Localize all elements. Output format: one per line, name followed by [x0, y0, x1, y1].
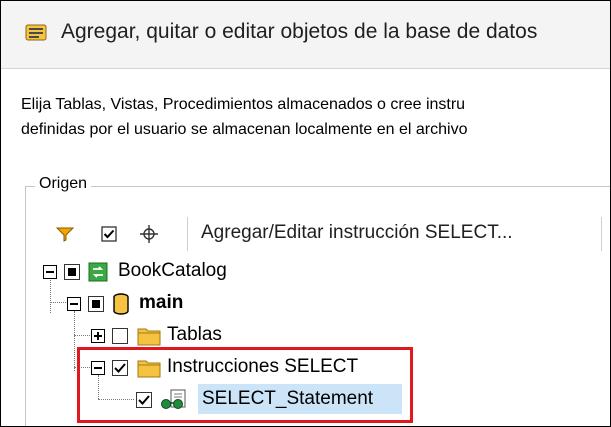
- folder-icon: [137, 328, 161, 346]
- source-group-label: Origen: [35, 175, 92, 193]
- collapse-icon[interactable]: [91, 361, 105, 375]
- description-line-2: definidas por el usuario se almacenan lo…: [21, 121, 468, 138]
- tree-checkbox[interactable]: [112, 328, 128, 344]
- database-objects-icon: [25, 24, 47, 41]
- checkmark-icon: [138, 395, 150, 405]
- select-statement-icon: [161, 389, 186, 409]
- tree-checkbox[interactable]: [136, 392, 152, 408]
- locate-icon[interactable]: [139, 224, 159, 244]
- window-title: Agregar, quitar o editar objetos de la b…: [61, 20, 538, 43]
- tree-node-main[interactable]: main: [1, 288, 610, 320]
- tree-node-label: main: [139, 292, 184, 313]
- collapse-icon[interactable]: [43, 265, 57, 279]
- tree-node-tablas[interactable]: Tablas: [1, 320, 610, 352]
- dialog-window: Agregar, quitar o editar objetos de la b…: [0, 0, 611, 427]
- tree-node-bookcatalog[interactable]: BookCatalog: [1, 256, 610, 288]
- database-schema-icon: [113, 293, 129, 315]
- tree-checkbox[interactable]: [64, 264, 80, 280]
- tree-node-label: Instrucciones SELECT: [167, 356, 359, 377]
- toolbar-separator: [187, 217, 188, 251]
- checkmark-icon: [114, 363, 126, 373]
- toolbar: Agregar/Editar instrucción SELECT...: [41, 215, 610, 253]
- folder-icon: [137, 360, 161, 378]
- filter-icon[interactable]: [55, 224, 75, 244]
- tree-checkbox[interactable]: [88, 296, 104, 312]
- database-connection-icon: [88, 262, 108, 282]
- tree-node-label: Tablas: [167, 324, 222, 345]
- add-edit-select-button[interactable]: Agregar/Editar instrucción SELECT...: [201, 222, 513, 244]
- collapse-icon[interactable]: [67, 297, 81, 311]
- tree-node-instrucciones-select[interactable]: Instrucciones SELECT: [1, 352, 610, 384]
- tree-checkbox[interactable]: [112, 360, 128, 376]
- expand-icon[interactable]: [91, 329, 105, 343]
- tree-node-label: SELECT_Statement: [202, 388, 374, 409]
- check-objects-icon[interactable]: [99, 224, 119, 244]
- tree-node-select-statement[interactable]: SELECT_Statement: [1, 384, 610, 416]
- toolbar-separator: [601, 217, 602, 251]
- description-line-1: Elija Tablas, Vistas, Procedimientos alm…: [21, 96, 466, 113]
- tree-node-label: BookCatalog: [118, 260, 227, 281]
- title-bar: Agregar, quitar o editar objetos de la b…: [1, 1, 610, 69]
